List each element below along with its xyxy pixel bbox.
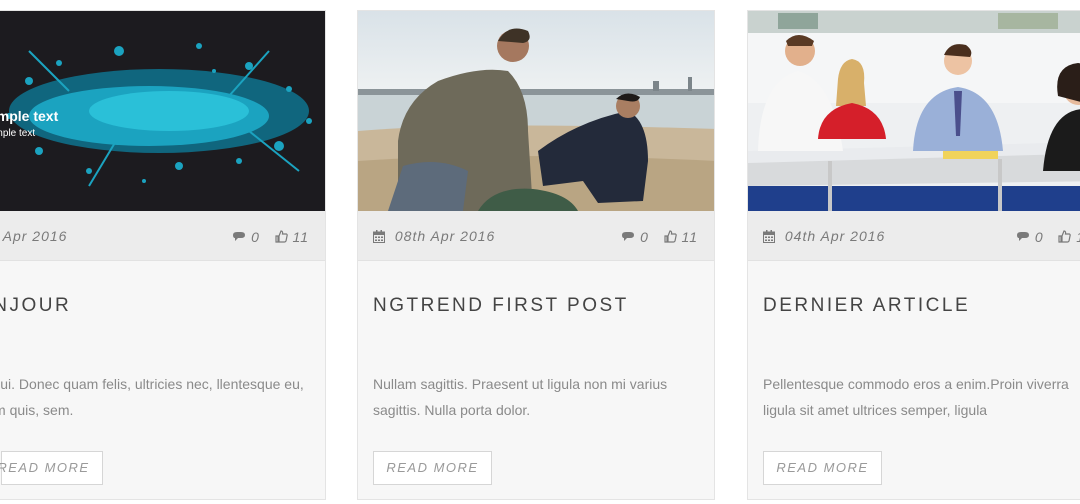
office-meeting-photo — [748, 11, 1080, 211]
comments-count: 0 — [1034, 229, 1044, 246]
post-date: 13th Apr 2016 — [0, 228, 68, 244]
post-title-text[interactable]: ONJOUR — [0, 295, 71, 317]
likes-count: 11 — [292, 229, 309, 246]
thumbs-up-icon[interactable] — [274, 230, 288, 243]
comments-icon[interactable] — [232, 231, 246, 243]
calendar-icon — [763, 230, 775, 243]
image-caption-sub: ample text — [0, 128, 35, 139]
post-excerpt: Nullam sagittis. Praesent ut ligula non … — [373, 376, 668, 418]
read-more-button[interactable]: READ MORE — [373, 451, 492, 485]
post-meta-bar: 13th Apr 2016 0 11 — [0, 211, 325, 261]
post-date-text: 08th Apr 2016 — [394, 228, 496, 244]
post-title[interactable]: NGTREND FIRST POST — [373, 295, 629, 317]
post-card: ample text ample text 13th Apr 2016 0 11… — [0, 10, 326, 500]
beach-photo — [358, 11, 714, 211]
post-thumbnail[interactable]: ample text ample text — [0, 11, 325, 211]
post-excerpt: as id dui. Donec quam felis, ultricies n… — [0, 371, 311, 423]
thumbs-up-icon[interactable] — [1058, 230, 1072, 243]
comments-count: 0 — [251, 229, 260, 246]
post-date: 04th Apr 2016 — [763, 228, 885, 244]
read-more-label: READ MORE — [776, 460, 869, 475]
read-more-button[interactable]: READ MORE — [0, 451, 103, 485]
blog-posts-row: ample text ample text 13th Apr 2016 0 11… — [0, 0, 1080, 504]
post-stats: 0 1 — [1016, 228, 1080, 245]
comments-icon[interactable] — [1016, 231, 1030, 243]
post-title[interactable]: ONJOUR — [0, 295, 71, 317]
thumbs-up-icon[interactable] — [663, 230, 677, 243]
read-more-label: READ MORE — [386, 460, 479, 475]
post-meta-bar: 04th Apr 2016 0 1 — [748, 211, 1080, 261]
post-date: 08th Apr 2016 — [373, 228, 495, 244]
comments-icon[interactable] — [621, 231, 635, 243]
image-caption-main: ample text — [0, 108, 59, 124]
post-card: 08th Apr 2016 0 11 NGTREND FIRST POST Nu… — [357, 10, 715, 500]
likes-count: 1 — [1076, 229, 1080, 245]
post-title[interactable]: DERNIER ARTICLE — [763, 295, 970, 317]
post-card: 04th Apr 2016 0 1 DERNIER ARTICLE Pellen… — [747, 10, 1080, 500]
post-date-text: 13th Apr 2016 — [0, 228, 68, 244]
post-date-text: 04th Apr 2016 — [784, 228, 886, 244]
post-stats: 0 11 — [232, 228, 309, 245]
post-thumbnail[interactable] — [358, 11, 714, 211]
post-meta-bar: 08th Apr 2016 0 11 — [358, 211, 714, 261]
calendar-icon — [373, 230, 385, 243]
post-stats: 0 11 — [621, 228, 698, 245]
comments-count: 0 — [640, 229, 649, 246]
likes-count: 11 — [681, 229, 698, 246]
ink-splash-image: ample text ample text — [0, 11, 325, 211]
post-excerpt-text: as id dui. Donec quam felis, ultricies n… — [0, 376, 304, 418]
post-thumbnail[interactable] — [748, 11, 1080, 211]
read-more-button[interactable]: READ MORE — [763, 451, 882, 485]
post-excerpt: Pellentesque commodo eros a enim.Proin v… — [763, 376, 1069, 418]
read-more-label: READ MORE — [0, 460, 90, 475]
